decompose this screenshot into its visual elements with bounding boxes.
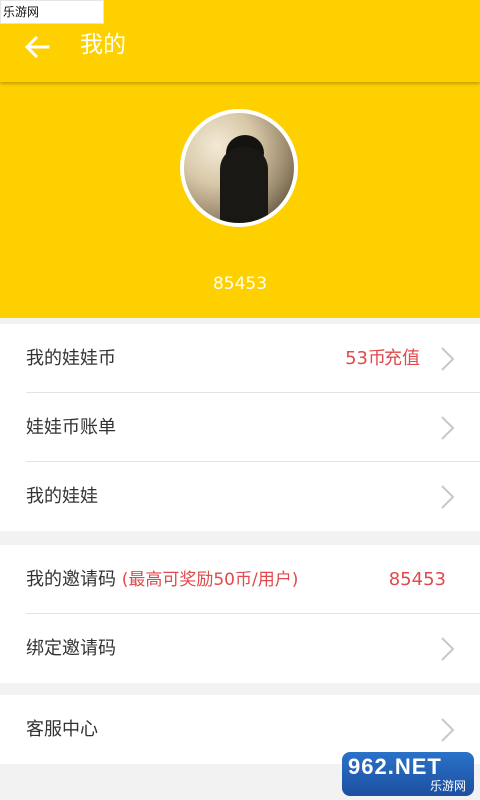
chevron-right-icon — [441, 718, 455, 742]
logo-main-text: 962.NET — [348, 754, 442, 779]
row-label: 我的娃娃币 — [26, 348, 116, 369]
chevron-right-icon — [441, 416, 455, 440]
chevron-right-icon — [441, 637, 455, 661]
page-title: 我的 — [80, 32, 126, 58]
profile-header: 85453 — [0, 82, 480, 318]
row-my-coins[interactable]: 我的娃娃币 53币 充值 — [26, 324, 480, 393]
avatar-silhouette-shape — [220, 147, 268, 223]
title-bar: 我的 — [0, 24, 480, 82]
row-label: 我的邀请码 (最高可奖励50币/用户) — [26, 545, 298, 615]
invite-reward-hint: (最高可奖励50币/用户) — [121, 570, 299, 590]
arrow-left-icon[interactable] — [22, 32, 52, 62]
coin-balance: 53币 — [345, 348, 386, 369]
row-label: 娃娃币账单 — [26, 417, 116, 438]
row-label: 我的娃娃 — [26, 486, 98, 507]
invite-group: 我的邀请码 (最高可奖励50币/用户) 85453 绑定邀请码 — [0, 545, 480, 683]
chevron-right-icon — [441, 485, 455, 509]
row-label: 绑定邀请码 — [26, 638, 116, 659]
user-id: 85453 — [212, 274, 268, 294]
row-coin-bill[interactable]: 娃娃币账单 — [26, 393, 480, 462]
recharge-link[interactable]: 充值 — [384, 324, 420, 393]
row-my-dolls[interactable]: 我的娃娃 — [26, 462, 480, 531]
invite-label: 我的邀请码 — [26, 569, 116, 590]
site-watermark: 乐游网 www.962.net — [0, 0, 104, 41]
avatar[interactable] — [180, 109, 298, 227]
chevron-right-icon — [441, 347, 455, 371]
row-bind-invite-code[interactable]: 绑定邀请码 — [26, 614, 480, 683]
logo-sub-text: 乐游网 — [429, 779, 466, 793]
row-my-invite-code[interactable]: 我的邀请码 (最高可奖励50币/用户) 85453 — [26, 545, 480, 614]
row-label: 客服中心 — [26, 719, 98, 740]
invite-code-value: 85453 — [388, 569, 446, 590]
wallet-group: 我的娃娃币 53币 充值 娃娃币账单 我的娃娃 — [0, 324, 480, 531]
site-logo: 962.NET 乐游网 — [342, 752, 474, 796]
